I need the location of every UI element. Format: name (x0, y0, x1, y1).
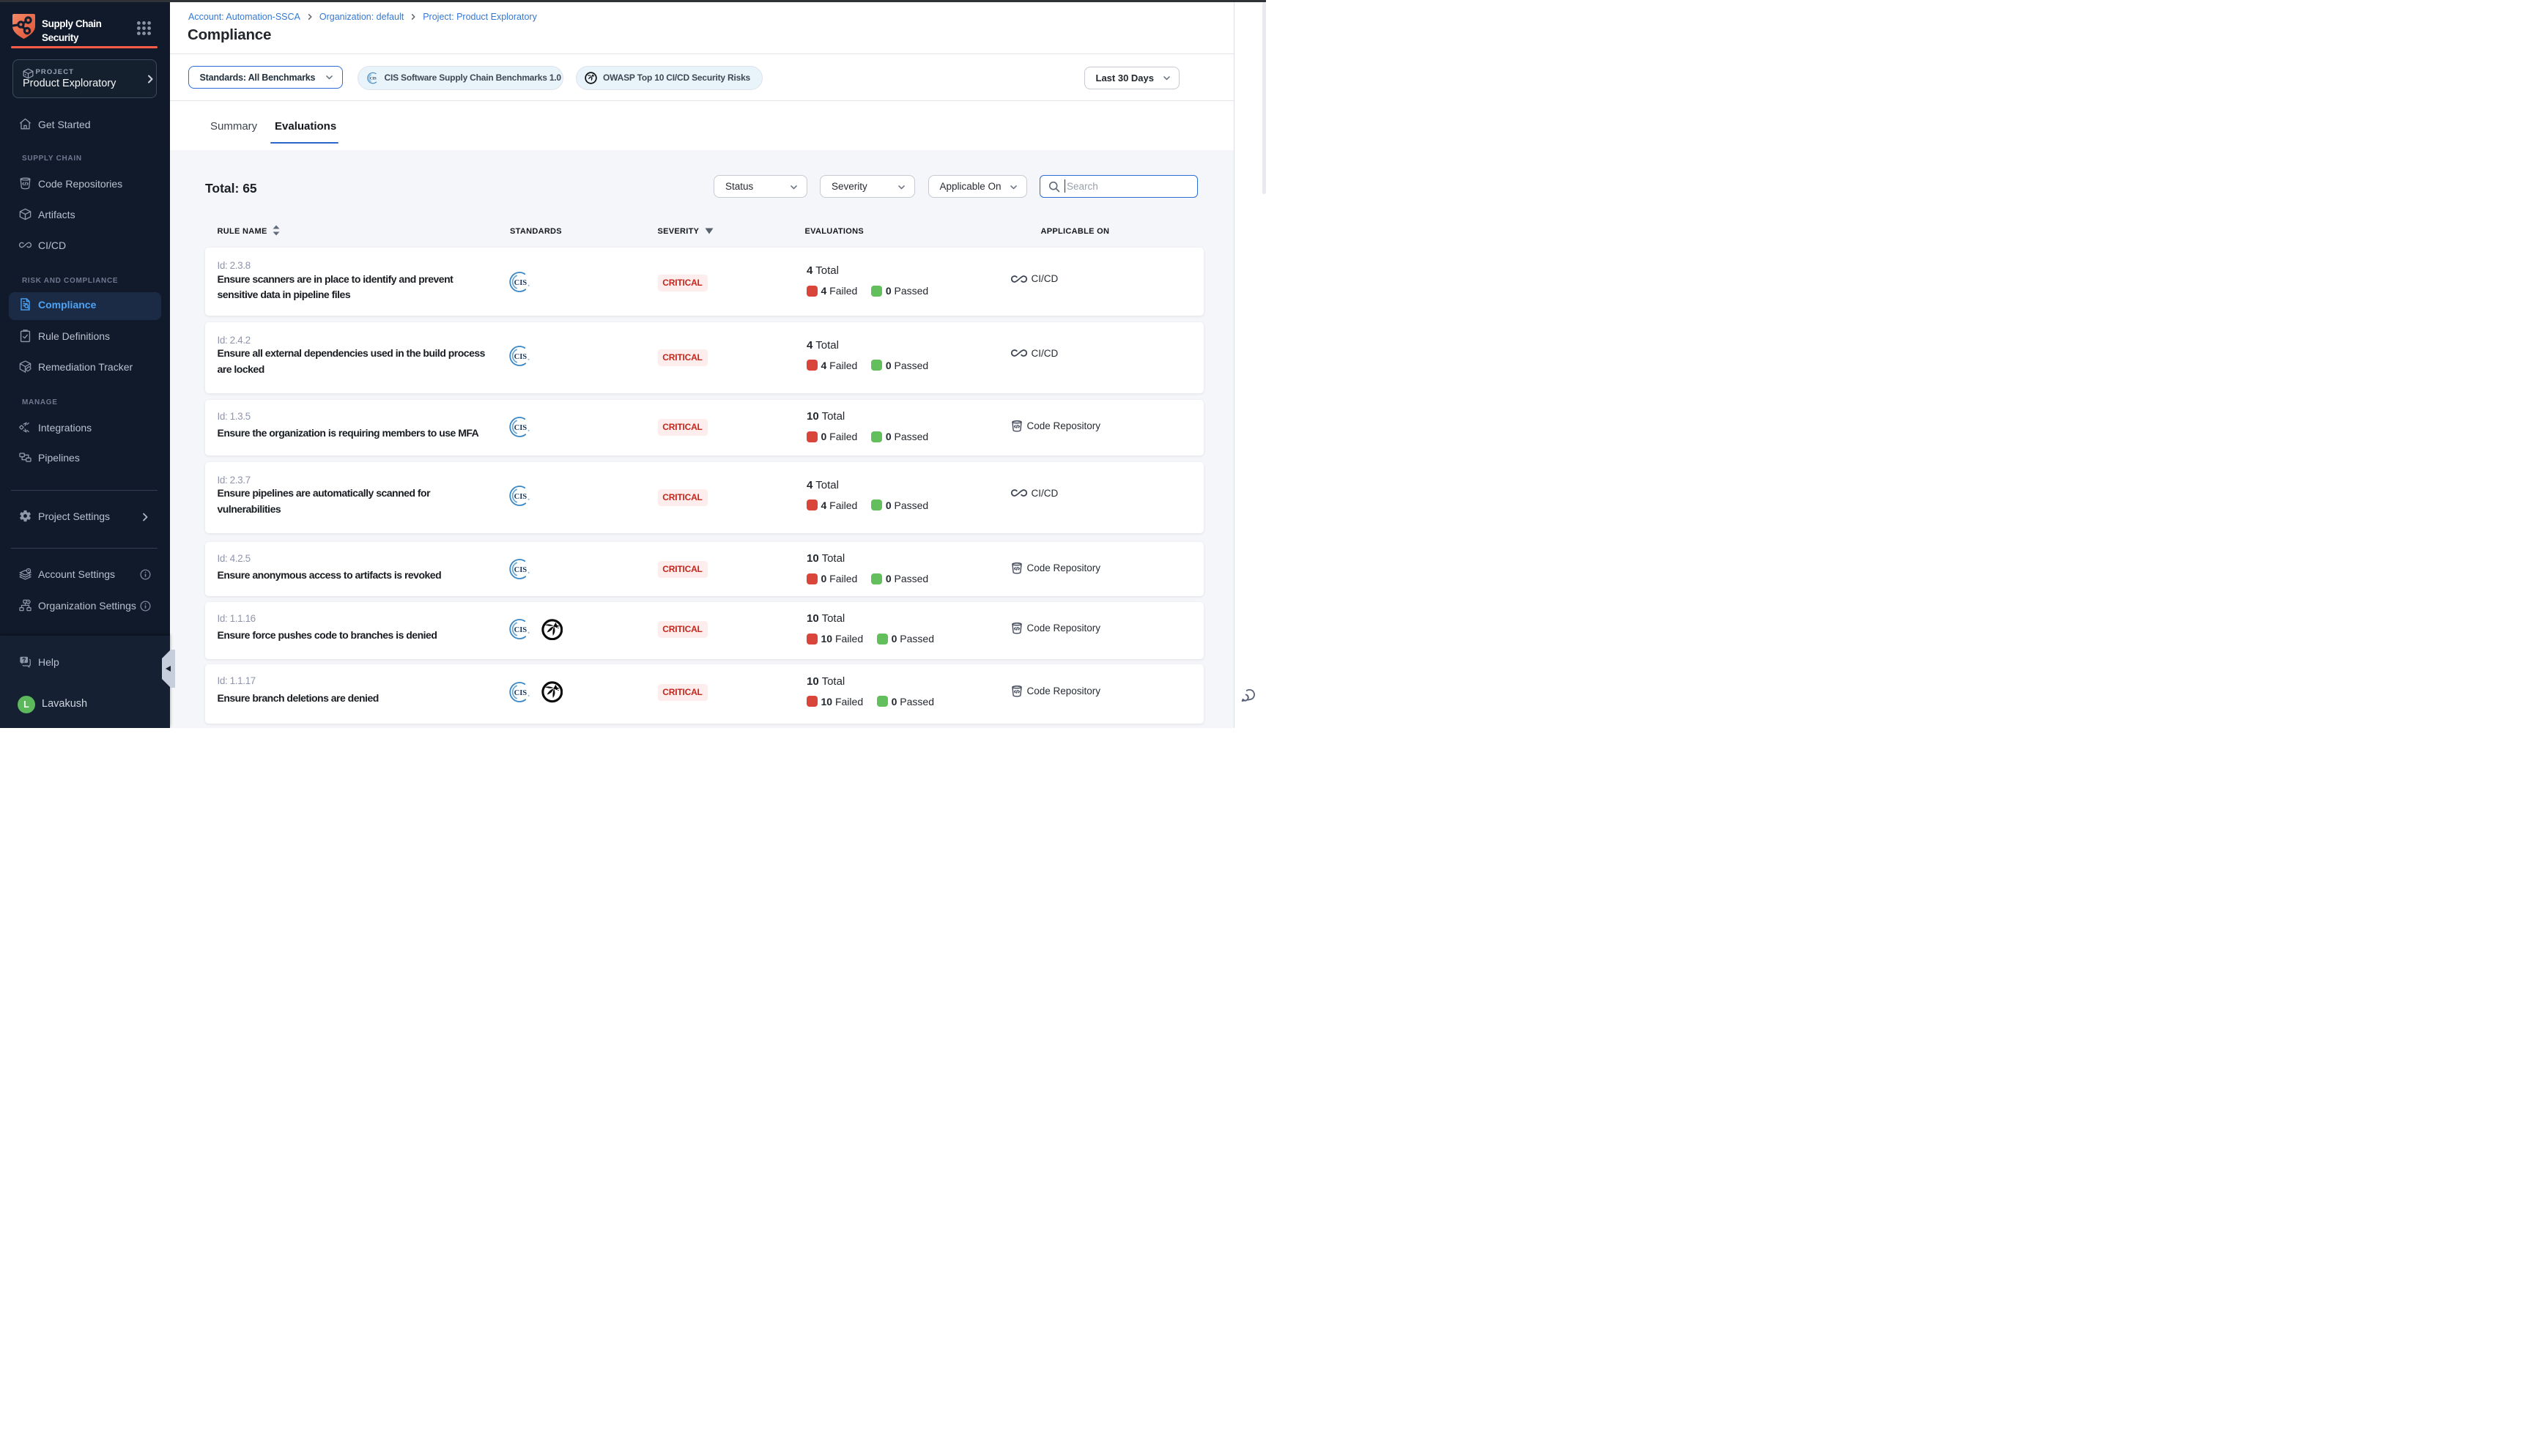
svg-text:CIS: CIS (369, 76, 376, 81)
